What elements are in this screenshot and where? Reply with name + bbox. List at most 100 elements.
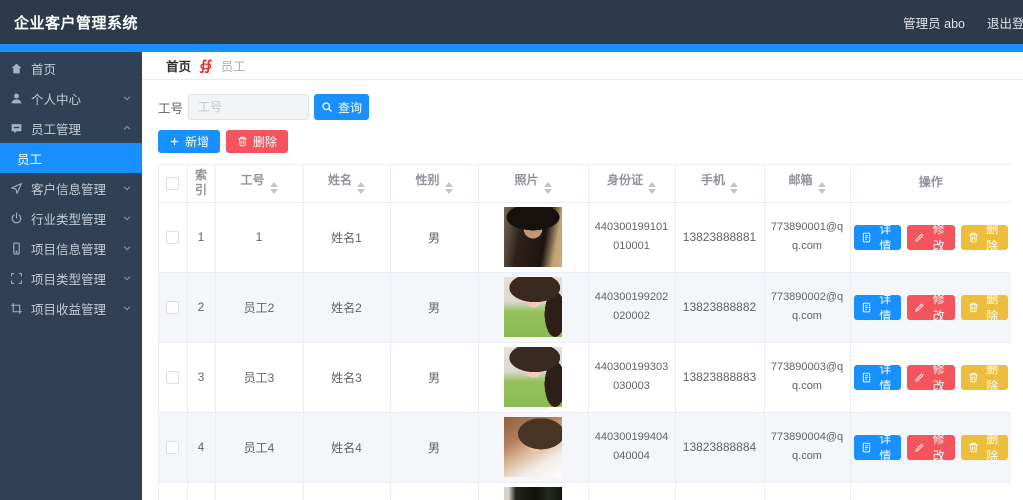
crop-icon xyxy=(10,302,24,315)
table-toolbar: 新增 删除 xyxy=(158,130,1023,153)
cell-index: 2 xyxy=(187,272,216,343)
table-row: 4 员工4 姓名4 男 440300199404040004 138238888… xyxy=(159,412,1011,483)
mobile-icon xyxy=(10,242,24,255)
row-edit-button[interactable]: 修改 xyxy=(907,432,955,463)
sort-toggle[interactable] xyxy=(269,181,278,194)
row-edit-label: 修改 xyxy=(932,362,945,393)
employee-photo xyxy=(504,347,562,407)
cell-id-card: 440300199101010001 xyxy=(588,202,676,273)
row-detail-button[interactable]: 详情 xyxy=(853,432,901,463)
sidebar-item-label: 员工 xyxy=(17,152,43,167)
cell-email xyxy=(764,482,851,500)
add-button-label: 新增 xyxy=(185,135,210,149)
table-row: 3 员工3 姓名3 男 440300199303030003 138238888… xyxy=(159,342,1011,413)
cell-employee-no: 员工3 xyxy=(215,342,304,413)
cell-name: 姓名3 xyxy=(303,342,391,413)
topbar-right: 管理员 abo 退出登录 xyxy=(903,0,1023,44)
edit-icon xyxy=(914,442,925,453)
batch-delete-button[interactable]: 删除 xyxy=(226,130,289,153)
search-form: 工号 查询 xyxy=(158,94,1023,120)
power-icon xyxy=(10,212,24,225)
sidebar-item-profile[interactable]: 个人中心 xyxy=(0,83,142,113)
row-detail-button[interactable]: 详情 xyxy=(853,362,901,393)
sidebar-item-industry-type-mgmt[interactable]: 行业类型管理 xyxy=(0,203,142,233)
sidebar-item-home[interactable]: 首页 xyxy=(0,53,142,83)
sort-toggle[interactable] xyxy=(817,181,826,194)
sidebar-item-project-revenue-mgmt[interactable]: 项目收益管理 xyxy=(0,293,142,323)
trash-icon xyxy=(968,442,979,453)
table-row: 详情 修改 删除 xyxy=(159,482,1011,500)
query-button[interactable]: 查询 xyxy=(314,94,370,120)
col-header-select xyxy=(159,165,188,203)
col-header-employee-no: 工号 xyxy=(215,165,304,203)
cell-select xyxy=(159,482,188,500)
cell-select xyxy=(159,202,188,273)
row-checkbox[interactable] xyxy=(166,231,180,245)
sidebar-item-project-type-mgmt[interactable]: 项目类型管理 xyxy=(0,263,142,293)
cell-index xyxy=(187,482,216,500)
add-button[interactable]: 新增 xyxy=(158,130,221,153)
row-delete-button[interactable]: 删除 xyxy=(960,292,1008,323)
row-edit-button[interactable]: 修改 xyxy=(907,222,955,253)
sort-toggle[interactable] xyxy=(648,181,656,194)
employee-no-label: 工号 xyxy=(158,101,184,116)
cell-actions: 详情 修改 删除 xyxy=(850,272,1011,343)
app-title: 企业客户管理系统 xyxy=(14,14,139,32)
document-icon xyxy=(861,232,872,243)
col-header-gender: 性别 xyxy=(390,165,479,203)
row-checkbox[interactable] xyxy=(166,441,180,455)
select-all-checkbox[interactable] xyxy=(166,176,180,190)
row-delete-button[interactable]: 删除 xyxy=(960,222,1008,253)
cell-email: 773890004@qq.com xyxy=(764,412,851,483)
row-detail-button[interactable]: 详情 xyxy=(853,222,901,253)
plus-icon xyxy=(169,136,180,147)
cell-name: 姓名1 xyxy=(303,202,391,273)
sidebar-item-employee[interactable]: 员工 xyxy=(0,143,142,173)
row-delete-button[interactable]: 删除 xyxy=(960,362,1008,393)
sort-toggle[interactable] xyxy=(543,181,552,194)
employee-table: 索引 工号 姓名 性别 照片 身份证 手机 邮箱 操作 1 1 姓名1 男 4403001991… xyxy=(158,164,1011,500)
col-header-label: 姓名 xyxy=(327,172,352,187)
sidebar-item-employee-mgmt[interactable]: 员工管理 xyxy=(0,113,142,143)
row-delete-button[interactable]: 删除 xyxy=(960,432,1008,463)
current-user[interactable]: 管理员 abo xyxy=(903,13,965,32)
sidebar-item-label: 首页 xyxy=(31,62,57,77)
breadcrumb-separator-icon: ∯ xyxy=(199,57,213,73)
col-header-id-card: 身份证 xyxy=(588,165,676,203)
row-detail-button[interactable]: 详情 xyxy=(853,292,901,323)
row-edit-button[interactable]: 修改 xyxy=(907,362,955,393)
sidebar-item-label: 行业类型管理 xyxy=(31,212,107,227)
sidebar-item-label: 客户信息管理 xyxy=(31,182,107,197)
sort-toggle[interactable] xyxy=(357,181,365,194)
cell-select xyxy=(159,412,188,483)
sidebar-item-customer-info-mgmt[interactable]: 客户信息管理 xyxy=(0,173,142,203)
edit-icon xyxy=(914,232,925,243)
cell-id-card xyxy=(588,482,676,500)
cell-select xyxy=(159,272,188,343)
trash-icon xyxy=(968,372,979,383)
cell-photo xyxy=(478,202,589,273)
table-row: 1 1 姓名1 男 440300199101010001 13823888881… xyxy=(159,202,1011,273)
cell-index: 4 xyxy=(187,412,216,483)
sort-toggle[interactable] xyxy=(730,181,738,194)
breadcrumb-home[interactable]: 首页 xyxy=(166,56,191,75)
employee-no-input[interactable] xyxy=(188,94,310,120)
logout-link[interactable]: 退出登录 xyxy=(987,13,1023,32)
sidebar-item-project-info-mgmt[interactable]: 项目信息管理 xyxy=(0,233,142,263)
cell-actions: 详情 修改 删除 xyxy=(850,202,1011,273)
chevron-down-icon xyxy=(122,213,132,223)
row-edit-button[interactable]: 修改 xyxy=(907,292,955,323)
cell-gender xyxy=(390,482,479,500)
row-checkbox[interactable] xyxy=(166,301,180,315)
col-header-email: 邮箱 xyxy=(764,165,851,203)
content-area: 首页 ∯ 员工 工号 查询 新增 删除 xyxy=(142,52,1023,500)
cell-phone: 13823888884 xyxy=(675,412,765,483)
sort-toggle[interactable] xyxy=(444,181,453,194)
cell-gender: 男 xyxy=(390,202,479,273)
row-detail-label: 详情 xyxy=(879,292,892,323)
row-checkbox[interactable] xyxy=(166,371,180,385)
col-header-photo: 照片 xyxy=(478,165,589,203)
fullscreen-icon xyxy=(10,272,24,285)
cell-email: 773890003@qq.com xyxy=(764,342,851,413)
cell-employee-no: 员工4 xyxy=(215,412,304,483)
